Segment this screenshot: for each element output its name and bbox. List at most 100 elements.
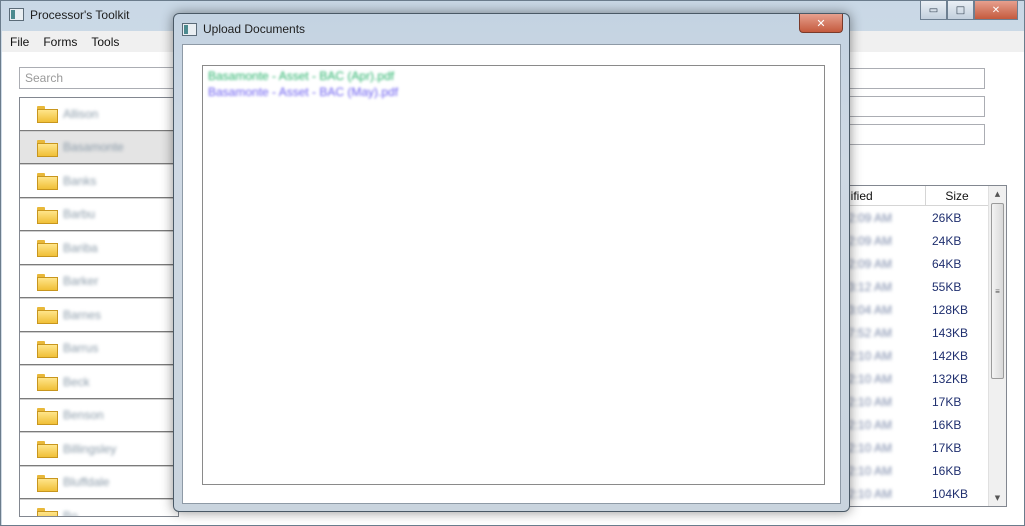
- folder-name: Beck: [63, 374, 90, 389]
- folder-item[interactable]: Bluffdale: [20, 467, 178, 500]
- file-table-header: lified Size: [848, 186, 988, 206]
- cell-size: 142KB: [932, 349, 969, 363]
- cell-size: 26KB: [932, 211, 962, 225]
- folder-item[interactable]: Billingsley: [20, 433, 178, 467]
- table-row[interactable]: 3:04 AM 128KB: [848, 299, 988, 322]
- scroll-thumb[interactable]: ≡: [991, 203, 1004, 379]
- table-row[interactable]: 2:10 AM 16KB: [848, 414, 988, 437]
- cell-modified: 2:10 AM: [848, 487, 893, 501]
- column-header-size[interactable]: Size: [926, 186, 988, 205]
- cell-size: 64KB: [932, 257, 962, 271]
- table-row[interactable]: 7:52 AM 143KB: [848, 322, 988, 345]
- scroll-grip-icon: ≡: [995, 286, 1000, 296]
- folder-icon: [37, 307, 58, 325]
- table-row[interactable]: 2:09 AM 24KB: [848, 230, 988, 253]
- folder-icon: [37, 340, 58, 358]
- folder-name: Bariba: [63, 240, 98, 255]
- folder-icon: [37, 106, 58, 124]
- dialog-app-icon: [182, 23, 197, 36]
- right-field-3[interactable]: [847, 124, 985, 145]
- scroll-up-arrow-icon[interactable]: ▲: [989, 186, 1006, 202]
- menu-tools[interactable]: Tools: [91, 35, 119, 49]
- table-row[interactable]: 2:10 AM 104KB: [848, 483, 988, 506]
- folder-item[interactable]: Banks: [20, 165, 178, 199]
- folder-icon: [37, 474, 58, 492]
- scroll-down-arrow-icon[interactable]: ▼: [989, 490, 1006, 506]
- table-row[interactable]: 2:10 AM 17KB: [848, 391, 988, 414]
- cell-modified: 2:09 AM: [848, 234, 893, 248]
- cell-modified: 2:10 AM: [848, 349, 893, 363]
- folder-icon: [37, 240, 58, 258]
- folder-name: Bluffdale: [63, 475, 110, 490]
- document-item-uploaded[interactable]: Basamonte - Asset - BAC (Apr).pdf: [208, 69, 394, 83]
- column-header-modified[interactable]: lified: [848, 186, 926, 205]
- window-title: Processor's Toolkit: [30, 8, 130, 22]
- cell-modified: 2:10 AM: [848, 418, 893, 432]
- maximize-button[interactable]: □: [947, 1, 974, 20]
- vertical-scrollbar[interactable]: ▲ ≡ ▼: [988, 186, 1006, 506]
- folder-item[interactable]: Barrus: [20, 333, 178, 366]
- table-row[interactable]: 2:10 AM 132KB: [848, 368, 988, 391]
- folder-name: Banks: [63, 173, 97, 188]
- folder-item[interactable]: Bo: [20, 500, 178, 517]
- file-table[interactable]: lified Size 2:09 AM 26KB 2:09 AM 24KB 2:…: [847, 185, 1007, 507]
- cell-size: 128KB: [932, 303, 969, 317]
- folder-item[interactable]: Allison: [20, 98, 178, 132]
- folder-item[interactable]: Beck: [20, 366, 178, 400]
- folder-name: Bo: [63, 508, 78, 517]
- folder-icon: [37, 441, 58, 459]
- caption-buttons: ▭ □ ✕: [920, 1, 1018, 20]
- folder-name: Basamonte: [63, 140, 124, 155]
- folder-item[interactable]: Bariba: [20, 232, 178, 266]
- folder-list[interactable]: Allison Basamonte Banks Barbu Bariba Bar…: [19, 97, 179, 517]
- cell-size: 143KB: [932, 326, 969, 340]
- minimize-button[interactable]: ▭: [920, 1, 947, 20]
- folder-icon: [37, 407, 58, 425]
- table-row[interactable]: 3:12 AM 55KB: [848, 276, 988, 299]
- close-button[interactable]: ✕: [974, 1, 1018, 20]
- cell-size: 17KB: [932, 441, 962, 455]
- folder-icon: [37, 139, 58, 157]
- cell-size: 17KB: [932, 395, 962, 409]
- menu-forms[interactable]: Forms: [43, 35, 77, 49]
- folder-name: Barbu: [63, 207, 96, 222]
- folder-name: Barnes: [63, 307, 102, 322]
- folder-icon: [37, 206, 58, 224]
- folder-name: Barker: [63, 274, 99, 289]
- right-field-2[interactable]: [847, 96, 985, 117]
- cell-size: 104KB: [932, 487, 969, 501]
- cell-modified: 2:09 AM: [848, 257, 893, 271]
- cell-modified: 2:10 AM: [848, 441, 893, 455]
- folder-name: Allison: [63, 106, 99, 121]
- folder-name: Billingsley: [63, 441, 117, 456]
- folder-name: Benson: [63, 408, 104, 423]
- dialog-close-button[interactable]: ✕: [799, 14, 843, 33]
- table-row[interactable]: 2:09 AM 64KB: [848, 253, 988, 276]
- cell-modified: 7:52 AM: [848, 326, 893, 340]
- folder-item-selected[interactable]: Basamonte: [20, 131, 178, 165]
- table-row[interactable]: 2:09 AM 26KB: [848, 207, 988, 230]
- table-row[interactable]: 2:10 AM 16KB: [848, 460, 988, 483]
- table-row[interactable]: 2:10 AM 17KB: [848, 437, 988, 460]
- cell-modified: 2:09 AM: [848, 211, 893, 225]
- cell-modified: 2:10 AM: [848, 395, 893, 409]
- document-list[interactable]: Basamonte - Asset - BAC (Apr).pdf Basamo…: [202, 65, 825, 485]
- dialog-title: Upload Documents: [203, 22, 306, 36]
- folder-icon: [37, 508, 58, 516]
- search-input[interactable]: Search: [19, 67, 179, 89]
- folder-icon: [37, 273, 58, 291]
- folder-item[interactable]: Barker: [20, 266, 178, 299]
- folder-icon: [37, 173, 58, 191]
- folder-item[interactable]: Benson: [20, 400, 178, 433]
- right-field-1[interactable]: [847, 68, 985, 89]
- table-row[interactable]: 2:10 AM 142KB: [848, 345, 988, 368]
- folder-icon: [37, 374, 58, 392]
- cell-size: 55KB: [932, 280, 962, 294]
- upload-documents-dialog: Upload Documents ✕ Basamonte - Asset - B…: [173, 13, 850, 512]
- menu-file[interactable]: File: [10, 35, 29, 49]
- document-item-pending[interactable]: Basamonte - Asset - BAC (May).pdf: [208, 85, 398, 99]
- folder-name: Barrus: [63, 341, 99, 356]
- cell-modified: 3:04 AM: [848, 303, 893, 317]
- folder-item[interactable]: Barnes: [20, 299, 178, 333]
- folder-item[interactable]: Barbu: [20, 199, 178, 232]
